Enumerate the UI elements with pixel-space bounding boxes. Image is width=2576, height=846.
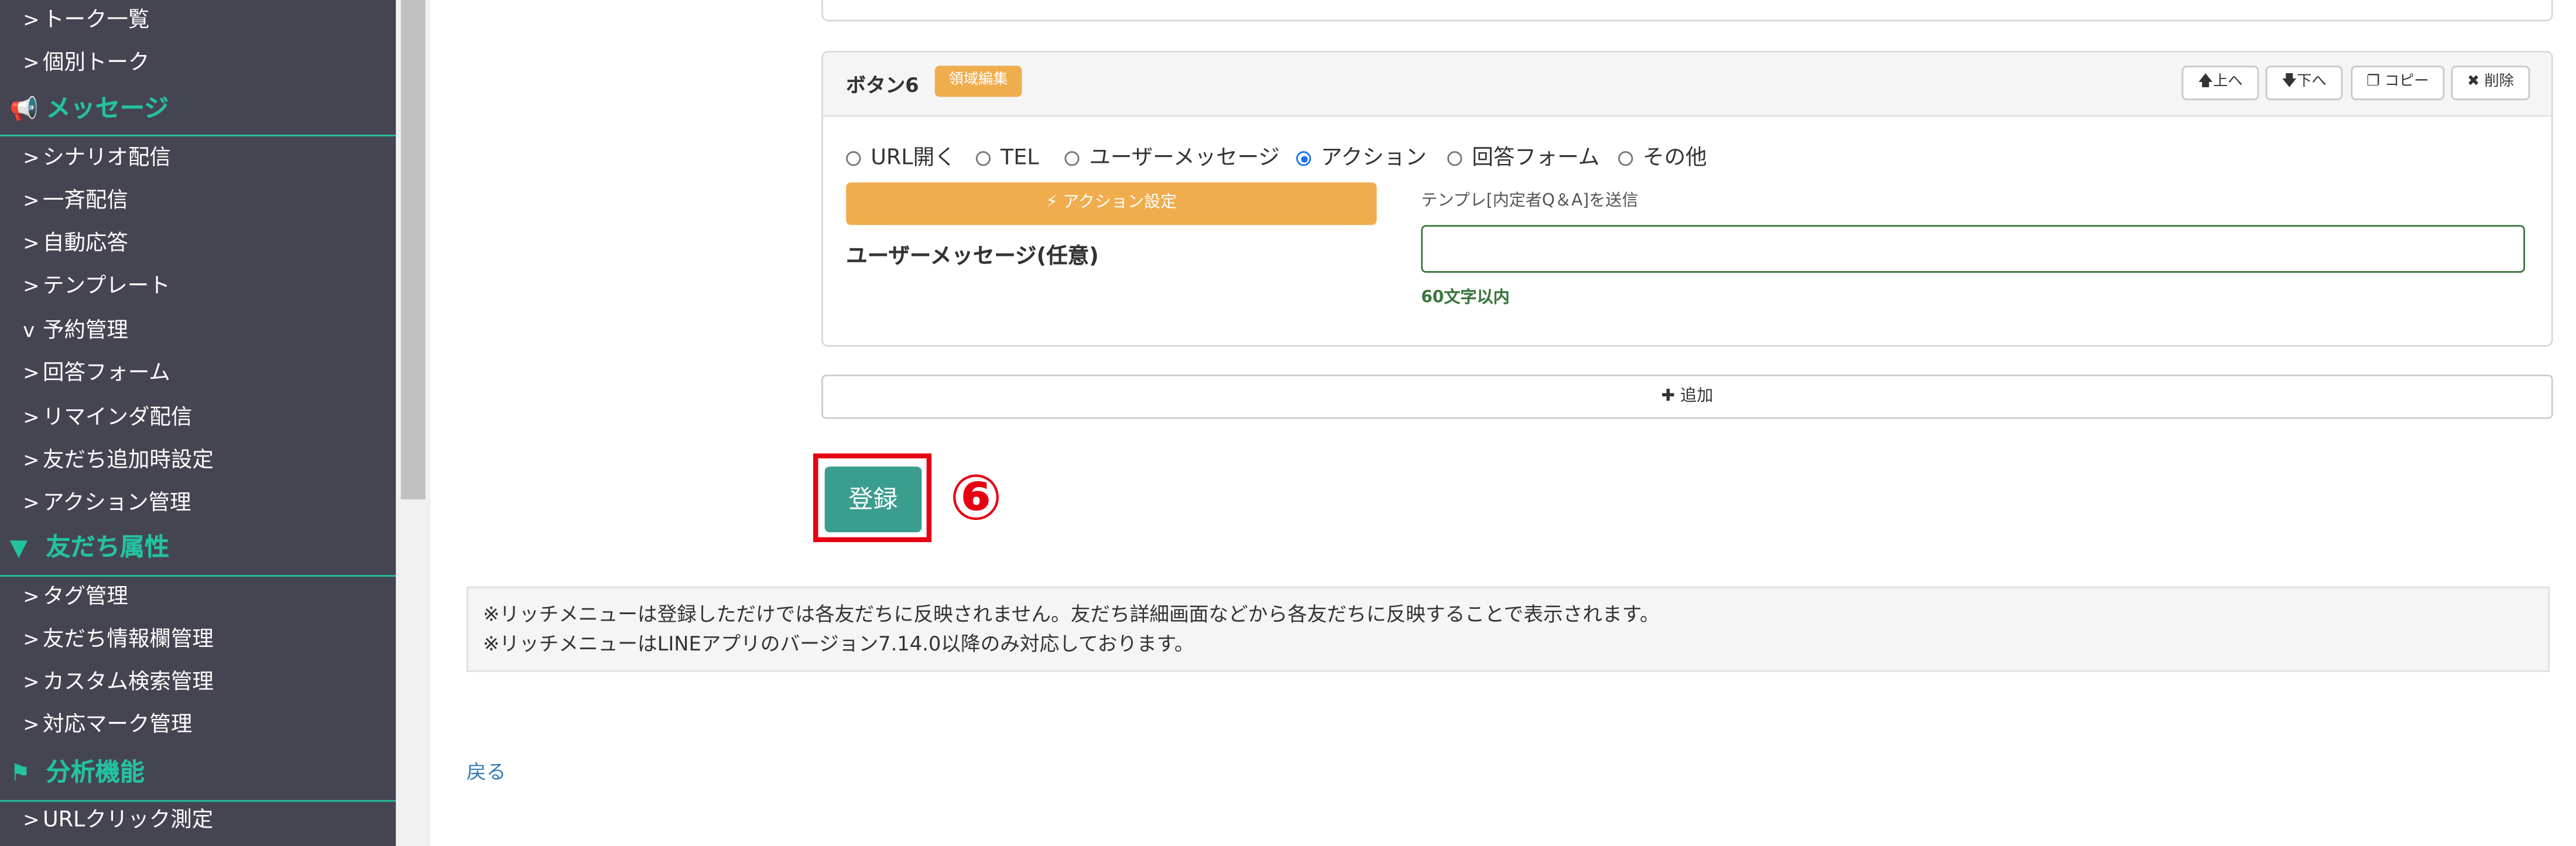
- sidebar: > トーク一覧 > 個別トーク 📢 メッセージ > シナリオ配信 > 一斉配信 > 自動応答…: [0, 0, 396, 846]
- sidebar-item-reminder[interactable]: > リマインダ配信: [23, 404, 192, 432]
- radio-circle[interactable]: [846, 151, 861, 166]
- sidebar-item-individual-talk[interactable]: > 個別トーク: [23, 49, 149, 77]
- sidebar-section-friend-attributes[interactable]: ▼ 友だち属性: [10, 532, 169, 563]
- sidebar-scrollbar-thumb[interactable]: [400, 0, 426, 500]
- bolt-icon: ⚡: [1046, 194, 1058, 212]
- chevron-right-icon: >: [23, 8, 40, 32]
- radio-url[interactable]: URL開く: [846, 146, 956, 173]
- section-divider: [0, 135, 396, 136]
- chevron-right-icon: >: [23, 189, 40, 212]
- notice-line: ※リッチメニューは登録しただけでは各友だちに反映されません。友だち詳細画面などか…: [482, 602, 1660, 626]
- chevron-right-icon: >: [23, 713, 40, 737]
- back-link[interactable]: 戻る: [467, 758, 506, 786]
- delete-button[interactable]: ✖ 削除: [2451, 66, 2530, 101]
- move-up-button[interactable]: 🡅上へ: [2181, 66, 2259, 101]
- chevron-right-icon: >: [23, 808, 40, 831]
- add-button[interactable]: ✚ 追加: [821, 374, 2553, 419]
- chevron-right-icon: >: [23, 274, 40, 297]
- sidebar-item-auto-reply[interactable]: > 自動応答: [23, 230, 128, 258]
- register-button[interactable]: 登録: [824, 466, 922, 533]
- sidebar-item-broadcast[interactable]: > 一斉配信: [23, 187, 128, 215]
- radio-circle[interactable]: [975, 151, 991, 166]
- chevron-right-icon: >: [23, 146, 40, 170]
- sidebar-item-friend-info-fields[interactable]: > 友だち情報欄管理: [23, 626, 214, 654]
- radio-circle[interactable]: [1618, 151, 1633, 166]
- copy-icon: ❐: [2366, 74, 2380, 91]
- user-message-input[interactable]: [1421, 225, 2525, 273]
- filter-icon: ▼: [9, 535, 28, 562]
- chevron-down-icon: v: [23, 318, 35, 342]
- sidebar-section-analysis[interactable]: ⚑ 分析機能: [10, 758, 145, 789]
- megaphone-icon: 📢: [9, 97, 39, 124]
- action-settings-button[interactable]: ⚡ アクション設定: [846, 182, 1377, 225]
- notice-box: ※リッチメニューは登録しただけでは各友だちに反映されません。友だち詳細画面などか…: [466, 586, 2550, 672]
- sidebar-item-answer-form[interactable]: > 回答フォーム: [23, 360, 170, 388]
- arrow-up-icon: 🡅: [2198, 74, 2214, 91]
- sidebar-item-custom-search[interactable]: > カスタム検索管理: [23, 669, 214, 697]
- section-divider: [0, 575, 396, 577]
- section-divider: [0, 800, 396, 802]
- chevron-right-icon: >: [23, 584, 40, 608]
- copy-button[interactable]: ❐ コピー: [2351, 66, 2445, 101]
- area-edit-badge[interactable]: 領域編集: [934, 66, 1022, 97]
- sidebar-item-scenario[interactable]: > シナリオ配信: [23, 145, 171, 173]
- chevron-right-icon: >: [23, 361, 40, 385]
- chevron-right-icon: >: [23, 231, 40, 255]
- arrow-down-icon: 🡇: [2282, 74, 2297, 91]
- radio-circle[interactable]: [1447, 151, 1462, 166]
- sidebar-item-reservation[interactable]: v 予約管理: [23, 317, 128, 345]
- notice-line: ※リッチメニューはLINEアプリのバージョン7.14.0以降のみ対応しております…: [482, 632, 1194, 656]
- radio-tel[interactable]: TEL: [975, 146, 1039, 173]
- sidebar-item-url-click[interactable]: > URLクリック測定: [23, 807, 213, 835]
- card-title: ボタン6: [846, 74, 919, 97]
- sidebar-item-tags[interactable]: > タグ管理: [23, 583, 128, 611]
- close-icon: ✖: [2467, 74, 2480, 91]
- user-message-help: 60文字以内: [1421, 289, 1510, 307]
- chevron-right-icon: >: [23, 448, 40, 472]
- sidebar-item-template[interactable]: > テンプレート: [23, 273, 170, 301]
- sidebar-item-action-management[interactable]: > アクション管理: [23, 489, 191, 518]
- button-card: ボタン6 領域編集 🡅上へ 🡇下へ ❐ コピー ✖ 削除 URL開く TEL ユ…: [821, 50, 2553, 347]
- card-header: ボタン6 領域編集 🡅上へ 🡇下へ ❐ コピー ✖ 削除: [823, 52, 2551, 117]
- chevron-right-icon: >: [23, 50, 40, 74]
- previous-button-card: [821, 0, 2553, 22]
- sidebar-item-talk-list[interactable]: > トーク一覧: [23, 6, 149, 35]
- chevron-right-icon: >: [23, 406, 40, 429]
- plus-icon: ✚: [1661, 388, 1676, 406]
- radio-circle-selected[interactable]: [1296, 151, 1311, 166]
- page: > トーク一覧 > 個別トーク 📢 メッセージ > シナリオ配信 > 一斉配信 > 自動応答…: [0, 0, 2576, 846]
- flag-icon: ⚑: [9, 761, 31, 787]
- chevron-right-icon: >: [23, 670, 40, 694]
- radio-user-message[interactable]: ユーザーメッセージ: [1064, 146, 1280, 173]
- sidebar-item-response-marks[interactable]: > 対応マーク管理: [23, 711, 192, 739]
- step-number-annotation: ⑥: [949, 461, 1003, 534]
- radio-circle[interactable]: [1064, 151, 1080, 166]
- move-down-button[interactable]: 🡇下へ: [2265, 66, 2343, 101]
- chevron-right-icon: >: [23, 627, 40, 651]
- action-hint: テンプレ[内定者Q＆A]を送信: [1421, 192, 1639, 211]
- radio-action[interactable]: アクション: [1296, 146, 1427, 173]
- sidebar-item-friend-add-settings[interactable]: > 友だち追加時設定: [23, 447, 214, 475]
- sidebar-section-message[interactable]: 📢 メッセージ: [10, 94, 169, 125]
- radio-other[interactable]: その他: [1618, 146, 1707, 173]
- radio-answer-form[interactable]: 回答フォーム: [1447, 146, 1599, 173]
- chevron-right-icon: >: [23, 491, 40, 515]
- user-message-label: ユーザーメッセージ(任意): [846, 245, 1099, 270]
